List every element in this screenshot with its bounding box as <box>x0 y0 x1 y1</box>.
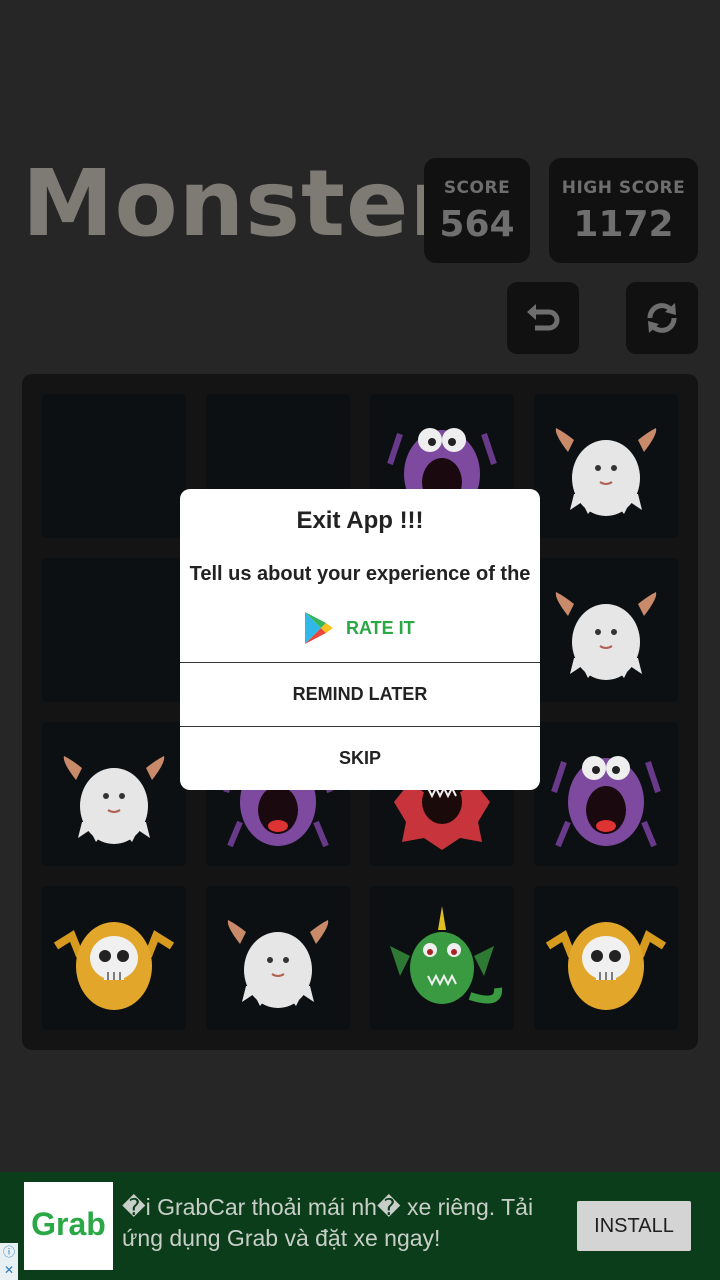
remind-later-button[interactable]: REMIND LATER <box>180 663 540 726</box>
ad-choices-badge[interactable]: ⓘ ✕ <box>0 1243 18 1280</box>
grab-logo: Grab <box>24 1182 113 1270</box>
play-store-icon <box>305 612 333 644</box>
rate-it-button[interactable]: RATE IT <box>304 611 415 645</box>
dialog-message: Tell us about your experience of the <box>189 563 531 585</box>
install-button[interactable]: INSTALL <box>577 1201 691 1251</box>
close-icon[interactable]: ✕ <box>0 1261 18 1279</box>
skip-button[interactable]: SKIP <box>180 727 540 790</box>
rate-it-label: RATE IT <box>346 617 415 638</box>
ad-text: �i GrabCar thoải mái nh� xe riêng. Tải ứ… <box>122 1194 534 1251</box>
dialog-title: Exit App !!! <box>296 507 424 534</box>
info-icon[interactable]: ⓘ <box>0 1243 18 1261</box>
exit-dialog: Exit App !!! Tell us about your experien… <box>180 489 540 790</box>
